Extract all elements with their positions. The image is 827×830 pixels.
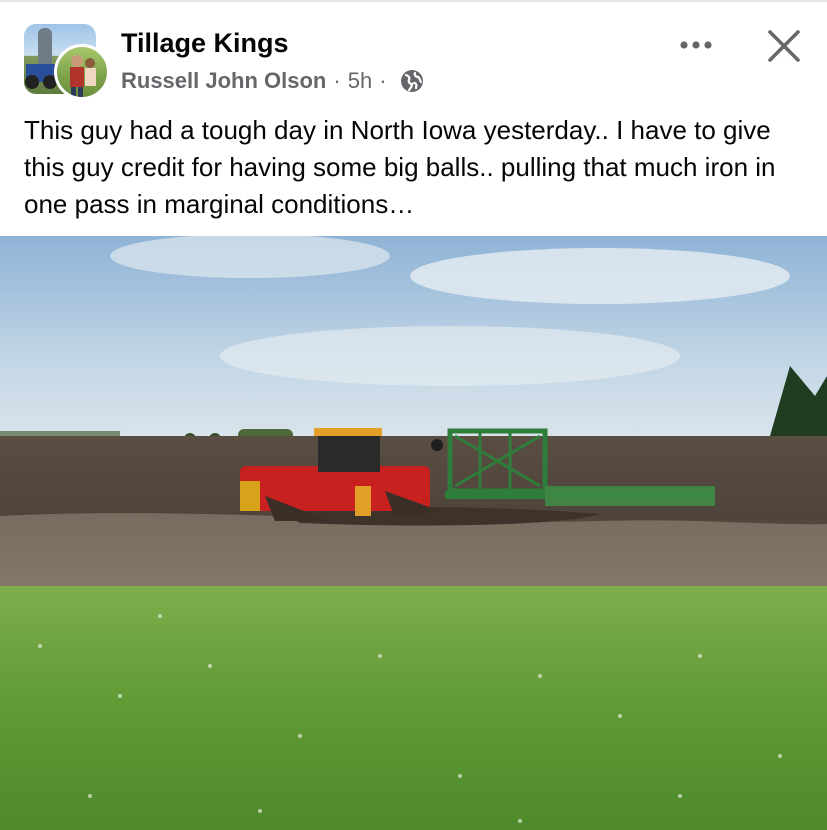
group-avatar-stack[interactable] xyxy=(24,24,110,100)
more-options-button[interactable] xyxy=(672,30,720,60)
more-options-icon xyxy=(680,41,712,49)
meta-separator: · xyxy=(379,68,387,93)
close-button[interactable] xyxy=(760,24,808,68)
close-icon xyxy=(768,30,800,62)
post-text: This guy had a tough day in North Iowa y… xyxy=(24,115,776,219)
post-meta: Russell John Olson · 5h · xyxy=(121,68,424,94)
group-name[interactable]: Tillage Kings xyxy=(121,28,289,59)
user-avatar-image xyxy=(70,55,96,97)
post-time[interactable]: 5h xyxy=(348,68,372,94)
post-photo[interactable] xyxy=(0,236,827,830)
field-photo-illustration xyxy=(0,236,827,830)
user-avatar[interactable] xyxy=(54,44,110,100)
globe-icon xyxy=(400,69,424,93)
post-header: Tillage Kings Russell John Olson · 5h · xyxy=(0,0,827,110)
meta-separator: · xyxy=(333,68,341,93)
author-name[interactable]: Russell John Olson xyxy=(121,68,326,94)
